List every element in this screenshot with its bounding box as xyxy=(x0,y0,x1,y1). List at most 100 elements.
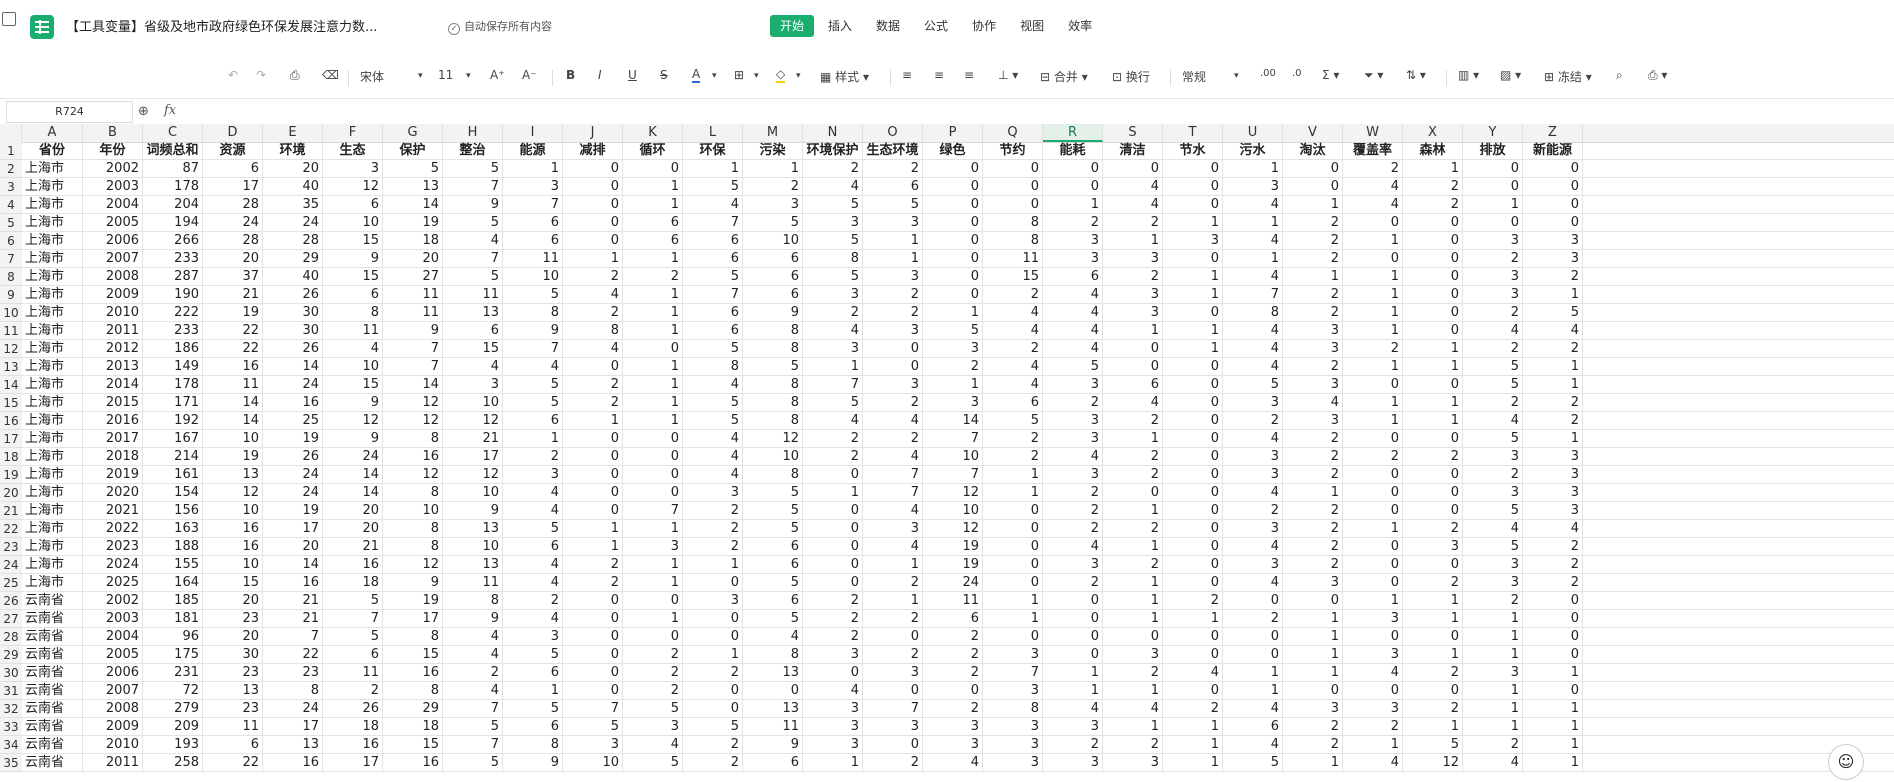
cell[interactable]: 3 xyxy=(863,214,923,231)
cell[interactable]: 11 xyxy=(203,718,263,735)
column-header-L[interactable]: L xyxy=(683,124,743,142)
cell[interactable]: 0 xyxy=(1283,160,1343,177)
cell[interactable]: 28 xyxy=(203,196,263,213)
cell[interactable]: 2 xyxy=(1283,232,1343,249)
row-header[interactable]: 6 xyxy=(0,232,22,250)
cell[interactable]: 11 xyxy=(443,286,503,303)
cell[interactable]: 10 xyxy=(383,502,443,519)
cell[interactable]: 0 xyxy=(1103,340,1163,357)
cell[interactable]: 12 xyxy=(743,430,803,447)
header-cell[interactable]: 环境保护 xyxy=(803,142,863,159)
cell[interactable]: 0 xyxy=(563,448,623,465)
cell[interactable]: 5 xyxy=(383,160,443,177)
cell[interactable]: 3 xyxy=(1523,466,1583,483)
cell[interactable]: 0 xyxy=(923,268,983,285)
cell[interactable]: 3 xyxy=(1043,466,1103,483)
cell[interactable]: 5 xyxy=(1523,304,1583,321)
cell[interactable]: 上海市 xyxy=(22,160,83,177)
cell[interactable]: 7 xyxy=(383,340,443,357)
cell[interactable]: 12 xyxy=(323,412,383,429)
cell[interactable]: 4 xyxy=(1223,484,1283,501)
cell[interactable]: 0 xyxy=(863,736,923,753)
cell[interactable]: 2 xyxy=(1523,340,1583,357)
row-header[interactable]: 10 xyxy=(0,304,22,322)
header-cell[interactable]: 节约 xyxy=(983,142,1043,159)
cell[interactable]: 2011 xyxy=(83,322,143,339)
cell[interactable]: 1 xyxy=(1403,592,1463,609)
cell[interactable]: 1 xyxy=(563,538,623,555)
cell[interactable]: 7 xyxy=(443,736,503,753)
cell[interactable]: 1 xyxy=(1463,610,1523,627)
cell[interactable]: 2007 xyxy=(83,682,143,699)
cell[interactable]: 2021 xyxy=(83,502,143,519)
cell[interactable]: 13 xyxy=(743,700,803,717)
cell[interactable]: 0 xyxy=(1343,538,1403,555)
cell[interactable]: 7 xyxy=(443,250,503,267)
row-header[interactable]: 18 xyxy=(0,448,22,466)
cell[interactable]: 0 xyxy=(623,628,683,645)
cell[interactable]: 3 xyxy=(1043,232,1103,249)
cell[interactable]: 2019 xyxy=(83,466,143,483)
cell[interactable]: 4 xyxy=(1043,448,1103,465)
cell[interactable]: 26 xyxy=(263,340,323,357)
cell[interactable]: 3 xyxy=(983,754,1043,771)
cell[interactable]: 175 xyxy=(143,646,203,663)
cell[interactable]: 0 xyxy=(923,160,983,177)
cell[interactable]: 222 xyxy=(143,304,203,321)
cell[interactable]: 2 xyxy=(803,430,863,447)
cell[interactable]: 3 xyxy=(1463,574,1523,591)
cell[interactable]: 1 xyxy=(1163,340,1223,357)
menu-tab-6[interactable]: 效率 xyxy=(1058,15,1102,37)
cell[interactable]: 6 xyxy=(323,646,383,663)
cell[interactable]: 10 xyxy=(443,394,503,411)
cell[interactable]: 6 xyxy=(503,232,563,249)
cell-styles-button[interactable]: ▦ 样式 ▾ xyxy=(820,68,869,85)
cell[interactable]: 2 xyxy=(563,268,623,285)
cell[interactable]: 2 xyxy=(863,610,923,627)
cell[interactable]: 4 xyxy=(983,304,1043,321)
cell[interactable]: 1 xyxy=(983,592,1043,609)
cell[interactable]: 6 xyxy=(1043,268,1103,285)
cell[interactable]: 8 xyxy=(743,394,803,411)
cell[interactable]: 1 xyxy=(1163,718,1223,735)
header-cell[interactable]: 资源 xyxy=(203,142,263,159)
cell[interactable]: 0 xyxy=(1163,358,1223,375)
cell[interactable]: 9 xyxy=(743,304,803,321)
cell[interactable]: 1 xyxy=(983,610,1043,627)
cell[interactable]: 23 xyxy=(263,664,323,681)
cell[interactable]: 9 xyxy=(443,610,503,627)
cell[interactable]: 11 xyxy=(443,574,503,591)
cell[interactable]: 0 xyxy=(1103,628,1163,645)
cell[interactable]: 1 xyxy=(1223,682,1283,699)
cell[interactable]: 2 xyxy=(1043,394,1103,411)
cell[interactable]: 1 xyxy=(1343,232,1403,249)
cell[interactable]: 6 xyxy=(503,664,563,681)
cell[interactable]: 15 xyxy=(383,736,443,753)
cell[interactable]: 5 xyxy=(503,376,563,393)
cell[interactable]: 4 xyxy=(443,358,503,375)
cell[interactable]: 22 xyxy=(263,646,323,663)
row-header[interactable]: 12 xyxy=(0,340,22,358)
merge-button[interactable]: ⊟ 合并 ▾ xyxy=(1040,68,1088,85)
cell[interactable]: 16 xyxy=(383,754,443,771)
cell[interactable]: 11 xyxy=(383,286,443,303)
cell[interactable]: 0 xyxy=(563,682,623,699)
cell[interactable]: 16 xyxy=(383,664,443,681)
font-size-select[interactable]: 11 xyxy=(438,68,453,82)
header-cell[interactable]: 森林 xyxy=(1403,142,1463,159)
cell[interactable]: 5 xyxy=(1463,430,1523,447)
cell[interactable]: 2 xyxy=(1343,448,1403,465)
cell[interactable]: 1 xyxy=(623,358,683,375)
cell[interactable]: 上海市 xyxy=(22,358,83,375)
cell[interactable]: 1 xyxy=(1343,358,1403,375)
cell[interactable]: 4 xyxy=(1223,736,1283,753)
cell[interactable]: 161 xyxy=(143,466,203,483)
cell[interactable]: 11 xyxy=(383,304,443,321)
cell[interactable]: 10 xyxy=(203,556,263,573)
cell[interactable]: 2 xyxy=(1463,736,1523,753)
cell[interactable]: 12 xyxy=(443,466,503,483)
cell[interactable]: 上海市 xyxy=(22,574,83,591)
cell[interactable]: 2 xyxy=(923,646,983,663)
cell[interactable]: 5 xyxy=(683,178,743,195)
cell[interactable]: 10 xyxy=(923,448,983,465)
